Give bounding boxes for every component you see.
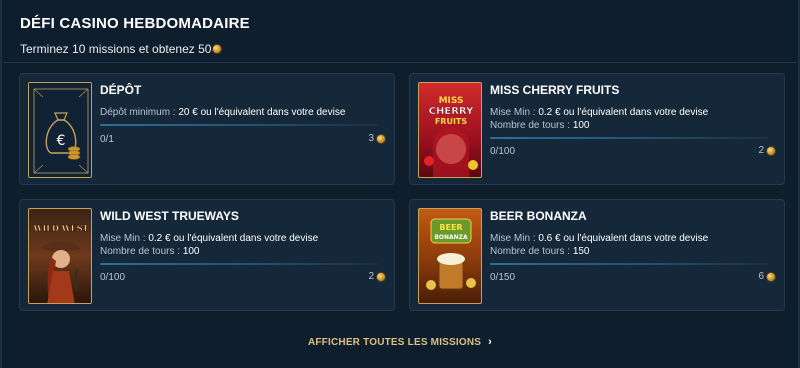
header-divider [4,62,796,63]
svg-text:€: € [57,133,66,149]
cherry-game-art: MISS CHERRY FRUITS [424,96,478,177]
challenge-subtitle: Terminez 10 missions et obtenez 50 [20,42,250,56]
requirement-value: 20 € [178,107,198,118]
mission-progress-bar [100,124,378,126]
thumb-text-cherry: CHERRY [429,106,474,117]
requirement-value: 100 [182,246,200,257]
mission-title: MISS CHERRY FRUITS [490,83,620,97]
coin-icon [212,44,223,54]
requirement-line-spins: Nombre de tours : 150 [490,245,708,258]
requirement-suffix: ou l'équivalent dans votre devise [197,107,346,118]
challenge-header: DÉFI CASINO HEBDOMADAIRE Terminez 10 mis… [20,15,250,56]
requirement-label: Dépôt minimum : [100,107,179,118]
mission-thumbnail-miss-cherry-fruits: MISS CHERRY FRUITS [418,82,482,178]
requirement-suffix: ou l'équivalent dans votre devise [560,107,709,118]
requirement-line-spins: Nombre de tours : 100 [100,245,318,258]
mission-reward: 2 [368,271,386,282]
mission-title: WILD WEST TRUEWAYS [100,209,239,223]
requirement-suffix: ou l'équivalent dans votre devise [170,233,319,244]
show-all-missions-link[interactable]: AFFICHER TOUTES LES MISSIONS › [2,336,798,348]
reward-amount: 3 [368,133,374,144]
mission-title: DÉPÔT [100,83,142,97]
mission-title: BEER BONANZA [490,209,587,223]
reward-amount: 6 [758,271,764,282]
mission-reward: 2 [758,145,776,156]
money-bag-icon: € [29,83,91,177]
coin-icon [376,271,386,282]
thumb-text-miss: MISS [439,96,464,106]
mission-requirements: Mise Min : 0.2 € ou l'équivalent dans vo… [100,232,318,258]
thumb-text-fruits: FRUITS [435,117,468,126]
mission-progress-bar [100,263,378,265]
requirement-label: Mise Min : [490,233,539,244]
requirement-label: Nombre de tours : [100,246,183,257]
mission-progress: 0/100 [490,146,516,157]
wild-west-game-art: WILD WEST [32,223,89,303]
coin-icon [766,271,776,282]
requirement-value: 100 [572,120,590,131]
mission-thumbnail-wild-west: WILD WEST [28,208,92,304]
beer-game-art: BEER BONANZA [426,218,476,290]
mission-card-miss-cherry-fruits[interactable]: MISS CHERRY FRUITS MISS CHERRY FRUITS Mi… [409,73,785,185]
requirement-label: Mise Min : [490,107,539,118]
challenge-subtitle-text: Terminez 10 missions et obtenez 50 [20,42,212,56]
mission-progress: 0/1 [100,134,114,145]
mission-card-wild-west-trueways[interactable]: WILD WEST WILD WEST TRUEWAYS Mise Min : … [19,199,395,311]
mission-card-beer-bonanza[interactable]: BEER BONANZA BEER BONANZA Mise Min : 0.6… [409,199,785,311]
thumb-text-wild-west: WILD WEST [33,223,89,233]
requirement-value: 0.6 € [538,233,561,244]
mission-thumbnail-beer-bonanza: BEER BONANZA [418,208,482,304]
mission-progress: 0/100 [100,272,126,283]
mission-progress: 0/150 [490,272,516,283]
mission-reward: 3 [368,133,386,144]
show-all-missions-label: AFFICHER TOUTES LES MISSIONS [307,337,482,348]
coin-icon [376,133,386,144]
requirement-line-bet: Mise Min : 0.2 € ou l'équivalent dans vo… [490,106,708,119]
requirement-suffix: ou l'équivalent dans votre devise [560,233,709,244]
thumb-text-beer: BEER [439,223,462,232]
requirement-label: Nombre de tours : [490,120,573,131]
requirement-label: Nombre de tours : [490,246,573,257]
requirement-value: 0.2 € [148,233,171,244]
mission-thumbnail-deposit: € [28,82,92,178]
mission-progress-bar [490,137,768,139]
challenge-title: DÉFI CASINO HEBDOMADAIRE [20,15,250,32]
weekly-challenge-panel: DÉFI CASINO HEBDOMADAIRE Terminez 10 mis… [0,0,800,368]
requirement-value: 150 [572,246,590,257]
reward-amount: 2 [368,271,374,282]
mission-requirements: Mise Min : 0.2 € ou l'équivalent dans vo… [490,106,708,132]
mission-requirements: Dépôt minimum : 20 € ou l'équivalent dan… [100,106,345,119]
coin-icon [766,145,776,156]
requirement-label: Mise Min : [100,233,149,244]
mission-reward: 6 [758,271,776,282]
chevron-right-icon: › [488,336,493,348]
requirement-line-bet: Mise Min : 0.6 € ou l'équivalent dans vo… [490,232,708,245]
thumb-text-bonanza: BONANZA [434,234,468,241]
requirement-line-bet: Mise Min : 0.2 € ou l'équivalent dans vo… [100,232,318,245]
requirement-line-spins: Nombre de tours : 100 [490,119,708,132]
mission-progress-bar [490,263,768,265]
mission-requirements: Mise Min : 0.6 € ou l'équivalent dans vo… [490,232,708,258]
mission-card-deposit[interactable]: € DÉPÔT Dépôt minimum : 20 € ou l'équiva… [19,73,395,185]
reward-amount: 2 [758,145,764,156]
requirement-value: 0.2 € [538,107,561,118]
